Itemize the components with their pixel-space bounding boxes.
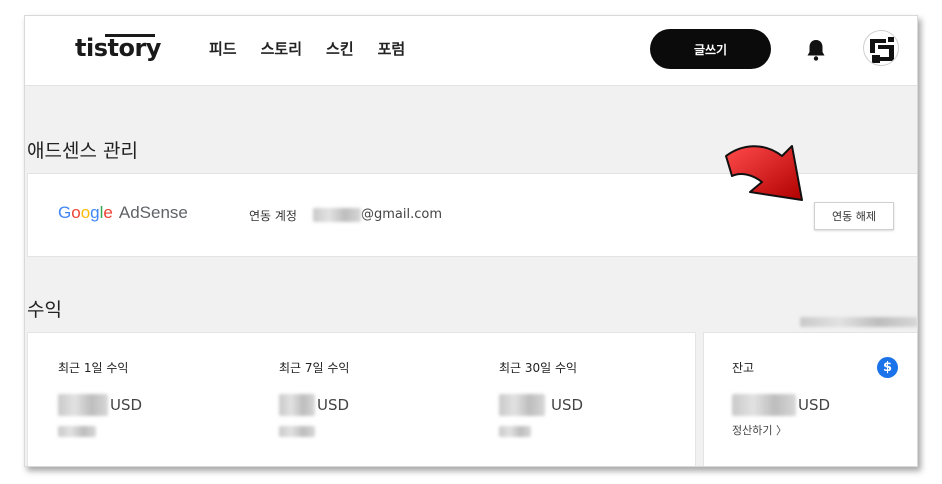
logo-letter: G — [58, 203, 72, 222]
logo-letter: o — [71, 203, 81, 222]
revenue-sub — [279, 422, 349, 441]
revenue-section-title: 수익 — [27, 299, 62, 321]
revenue-label: 최근 1일 수익 — [58, 361, 129, 375]
redacted-subvalue — [279, 426, 315, 437]
redacted-subvalue — [499, 426, 531, 437]
logo-letter: o — [80, 203, 91, 222]
redacted-subvalue — [58, 426, 96, 437]
revenue-item-7d: 최근 7일 수익 USD — [279, 359, 349, 441]
dollar-icon: $ — [877, 357, 898, 378]
redacted-amount — [499, 394, 545, 416]
adsense-word: AdSense — [118, 203, 188, 222]
currency-label: USD — [798, 396, 831, 414]
main-nav: 피드 스토리 스킨 포럼 — [209, 38, 405, 59]
balance-card: 잔고 USD 정산하기 〉 $ — [703, 332, 917, 466]
logo-text: tistory — [75, 34, 161, 62]
avatar[interactable] — [863, 30, 899, 66]
revenue-amount: USD — [499, 394, 583, 416]
redacted-text — [800, 317, 917, 327]
red-arrow-annotation — [725, 145, 803, 201]
currency-label: USD — [551, 396, 584, 414]
revenue-label: 최근 7일 수익 — [279, 361, 350, 375]
currency-label: USD — [317, 396, 350, 414]
redacted-strip — [800, 312, 917, 327]
nav-item-feed[interactable]: 피드 — [209, 38, 237, 59]
redacted-amount — [58, 394, 108, 416]
logo-overline — [105, 34, 155, 37]
bell-icon[interactable] — [805, 38, 827, 62]
nav-item-story[interactable]: 스토리 — [261, 38, 302, 59]
revenue-amount: USD — [279, 394, 349, 416]
revenue-item-1d: 최근 1일 수익 USD — [58, 359, 142, 441]
redacted-amount — [732, 394, 796, 416]
revenue-amount: USD — [58, 394, 142, 416]
revenue-sub — [58, 422, 142, 441]
top-header: tistory 피드 스토리 스킨 포럼 글쓰기 — [25, 16, 917, 86]
screenshot-frame: tistory 피드 스토리 스킨 포럼 글쓰기 애드센스 관리 Google A — [24, 15, 918, 467]
redacted-amount — [279, 394, 315, 416]
linked-account-email: @gmail.com — [313, 207, 442, 222]
linked-account-label: 연동 계정 — [249, 209, 297, 223]
write-button[interactable]: 글쓰기 — [650, 29, 771, 69]
google-adsense-logo: Google AdSense — [58, 203, 188, 223]
logo-letter: g — [90, 203, 100, 222]
revenue-item-30d: 최근 30일 수익 USD — [499, 359, 583, 441]
revenue-card: 최근 1일 수익 USD 최근 7일 수익 USD 최근 30일 수익 USD — [27, 332, 696, 466]
currency-label: USD — [110, 396, 143, 414]
nav-item-skin[interactable]: 스킨 — [326, 38, 354, 59]
revenue-label: 최근 30일 수익 — [499, 361, 578, 375]
nav-item-forum[interactable]: 포럼 — [378, 38, 406, 59]
adsense-section-title: 애드센스 관리 — [27, 140, 138, 162]
settle-link[interactable]: 정산하기 〉 — [732, 422, 830, 438]
balance-item: 잔고 USD 정산하기 〉 — [732, 359, 830, 438]
balance-label: 잔고 — [732, 361, 755, 375]
redacted-email-user — [313, 207, 361, 222]
email-domain: @gmail.com — [361, 207, 443, 222]
avatar-image — [868, 35, 896, 63]
tistory-logo[interactable]: tistory — [75, 34, 161, 62]
revenue-sub — [499, 422, 583, 441]
logo-letter: e — [103, 203, 113, 222]
balance-amount: USD — [732, 394, 830, 416]
